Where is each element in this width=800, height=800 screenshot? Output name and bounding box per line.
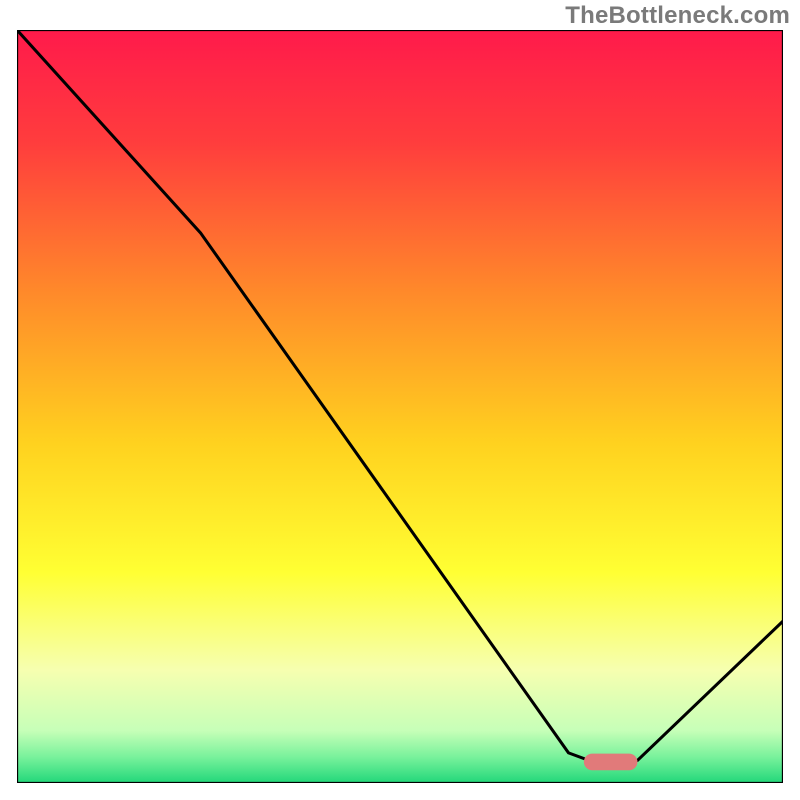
watermark-text: TheBottleneck.com <box>565 2 790 30</box>
valley-marker <box>584 754 638 771</box>
plot-area <box>17 30 783 783</box>
gradient-fill <box>17 30 783 783</box>
plot-svg <box>17 30 783 783</box>
chart-frame: TheBottleneck.com <box>0 0 800 800</box>
